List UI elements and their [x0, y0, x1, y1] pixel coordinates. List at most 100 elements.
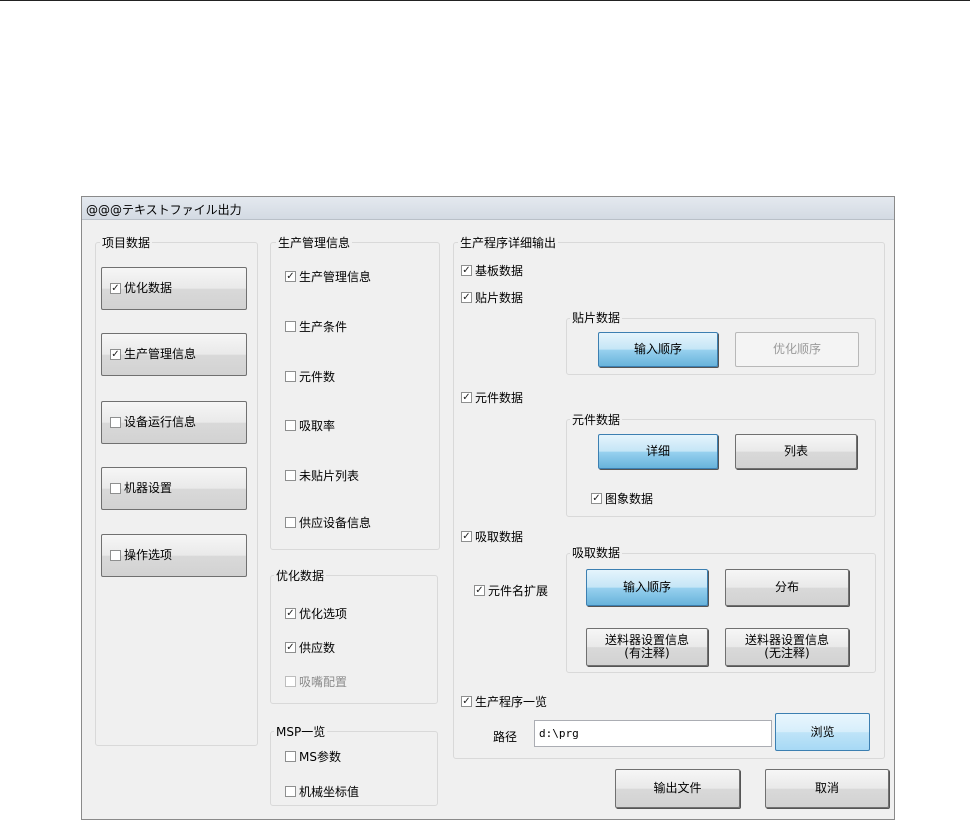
- checkbox-box: ✓: [110, 282, 121, 294]
- pickup-distribution-button[interactable]: 分布: [725, 569, 849, 606]
- path-label: 路径: [493, 730, 518, 744]
- checkbox-box: [285, 371, 296, 382]
- checkbox-label: 元件数据: [475, 391, 524, 405]
- placement-input-order-button[interactable]: 输入顺序: [598, 332, 718, 367]
- checkbox-label: 元件名扩展: [488, 584, 549, 598]
- component-list-button[interactable]: 列表: [735, 434, 857, 469]
- top-rule: [0, 0, 970, 1]
- checkbox-production-conditions[interactable]: 生产条件: [285, 318, 347, 335]
- checkbox-program-list[interactable]: ✓ 生产程序一览: [461, 693, 547, 710]
- feeder-setup-with-notes-button[interactable]: 送料器设置信息 (有注释): [586, 628, 708, 666]
- checkbox-pickup-rate[interactable]: 吸取率: [285, 417, 335, 434]
- checkbox-label: 吸取率: [299, 419, 336, 433]
- checkbox-box: ✓: [461, 695, 472, 707]
- checkbox-box: [110, 483, 121, 494]
- production-mgmt-group: [270, 242, 440, 550]
- toggle-operation-options[interactable]: 操作选项: [101, 534, 247, 577]
- checkbox-component-count[interactable]: 元件数: [285, 368, 335, 385]
- checkbox-label: 优化数据: [124, 281, 173, 295]
- checkbox-pm-production-mgmt-info[interactable]: ✓ 生产管理信息: [285, 268, 371, 285]
- checkbox-box: [285, 470, 296, 481]
- checkbox-label: 机械坐标值: [299, 785, 360, 799]
- checkbox-label: 供应数: [299, 641, 336, 655]
- checkbox-box: [285, 676, 296, 687]
- toggle-machine-settings[interactable]: 机器设置: [101, 467, 247, 510]
- checkbox-box: [285, 751, 296, 762]
- checkbox-placement-data[interactable]: ✓ 贴片数据: [461, 289, 523, 306]
- checkbox-box: [285, 786, 296, 797]
- checkbox-production-mgmt-info[interactable]: ✓ 生产管理信息: [110, 348, 196, 361]
- checkbox-box: ✓: [474, 584, 485, 596]
- checkbox-box: [285, 321, 296, 332]
- checkbox-box: [110, 550, 121, 561]
- toggle-production-mgmt-info[interactable]: ✓ 生产管理信息: [101, 333, 247, 376]
- checkbox-optimization-data[interactable]: ✓ 优化数据: [110, 282, 172, 295]
- output-file-button[interactable]: 输出文件: [615, 769, 740, 808]
- checkbox-label: 机器设置: [124, 481, 173, 495]
- checkbox-machine-settings[interactable]: 机器设置: [110, 482, 172, 495]
- toggle-equipment-run-info[interactable]: 设备运行信息: [101, 401, 247, 444]
- feeder-setup-without-notes-button[interactable]: 送料器设置信息 (无注释): [725, 628, 849, 666]
- checkbox-label: 图象数据: [605, 492, 654, 506]
- checkbox-machine-coordinates[interactable]: 机械坐标值: [285, 783, 359, 800]
- checkbox-box: ✓: [591, 492, 602, 504]
- checkbox-label: 生产管理信息: [124, 347, 197, 361]
- checkbox-box: [110, 417, 121, 428]
- checkbox-label: MS参数: [299, 750, 341, 764]
- toggle-optimization-data[interactable]: ✓ 优化数据: [101, 267, 247, 310]
- checkbox-box: [285, 517, 296, 528]
- checkbox-label: 吸取数据: [475, 530, 524, 544]
- checkbox-ms-parameters[interactable]: MS参数: [285, 748, 341, 765]
- browse-button[interactable]: 浏览: [775, 713, 870, 751]
- checkbox-unplaced-list[interactable]: 未贴片列表: [285, 467, 359, 484]
- checkbox-label: 供应设备信息: [299, 516, 372, 530]
- optimization-group-title: 优化数据: [274, 569, 327, 583]
- pickup-subgroup-title: 吸取数据: [570, 546, 623, 560]
- checkbox-nozzle-config: 吸嘴配置: [285, 673, 347, 690]
- checkbox-box: ✓: [110, 348, 121, 360]
- component-subgroup-title: 元件数据: [570, 413, 623, 427]
- project-data-group-title: 项目数据: [100, 236, 153, 250]
- checkbox-box: [285, 420, 296, 431]
- checkbox-label: 未贴片列表: [299, 469, 360, 483]
- checkbox-box: ✓: [461, 391, 472, 403]
- checkbox-board-data[interactable]: ✓ 基板数据: [461, 262, 523, 279]
- checkbox-pickup-data[interactable]: ✓ 吸取数据: [461, 528, 523, 545]
- checkbox-box: ✓: [285, 607, 296, 619]
- production-mgmt-group-title: 生产管理信息: [276, 236, 353, 250]
- checkbox-label: 元件数: [299, 370, 336, 384]
- title-bar[interactable]: @@@テキストファイル出力: [82, 197, 894, 220]
- checkbox-label: 吸嘴配置: [299, 675, 348, 689]
- checkbox-label: 基板数据: [475, 264, 524, 278]
- detail-output-group-title: 生产程序详细输出: [458, 236, 559, 250]
- checkbox-label: 优化选项: [299, 607, 348, 621]
- checkbox-label: 生产程序一览: [475, 695, 548, 709]
- checkbox-box: ✓: [285, 641, 296, 653]
- cancel-button[interactable]: 取消: [765, 769, 889, 808]
- checkbox-image-data[interactable]: ✓ 图象数据: [591, 490, 653, 507]
- checkbox-component-name-extension[interactable]: ✓ 元件名扩展: [474, 582, 548, 599]
- msp-group-title: MSP一览: [274, 725, 328, 739]
- checkbox-label: 生产条件: [299, 320, 348, 334]
- checkbox-label: 操作选项: [124, 548, 173, 562]
- checkbox-box: ✓: [461, 530, 472, 542]
- placement-subgroup-title: 贴片数据: [570, 311, 623, 325]
- text-file-output-dialog: @@@テキストファイル出力 项目数据 ✓ 优化数据 ✓ 生产管理信息 设备运行信…: [81, 196, 895, 820]
- pickup-input-order-button[interactable]: 输入顺序: [586, 569, 708, 606]
- checkbox-label: 设备运行信息: [124, 415, 197, 429]
- checkbox-label: 生产管理信息: [299, 270, 372, 284]
- placement-optimized-order-button: 优化顺序: [735, 332, 859, 367]
- checkbox-component-data[interactable]: ✓ 元件数据: [461, 389, 523, 406]
- path-input[interactable]: [534, 720, 772, 747]
- checkbox-equipment-run-info[interactable]: 设备运行信息: [110, 416, 196, 429]
- checkbox-optimization-options[interactable]: ✓ 优化选项: [285, 605, 347, 622]
- checkbox-box: ✓: [461, 291, 472, 303]
- checkbox-feeder-device-info[interactable]: 供应设备信息: [285, 514, 371, 531]
- checkbox-operation-options[interactable]: 操作选项: [110, 549, 172, 562]
- window-title: @@@テキストファイル出力: [86, 203, 242, 217]
- checkbox-label: 贴片数据: [475, 291, 524, 305]
- checkbox-box: ✓: [461, 264, 472, 276]
- component-detail-button[interactable]: 详细: [598, 434, 718, 469]
- checkbox-box: ✓: [285, 270, 296, 282]
- checkbox-supply-count[interactable]: ✓ 供应数: [285, 639, 335, 656]
